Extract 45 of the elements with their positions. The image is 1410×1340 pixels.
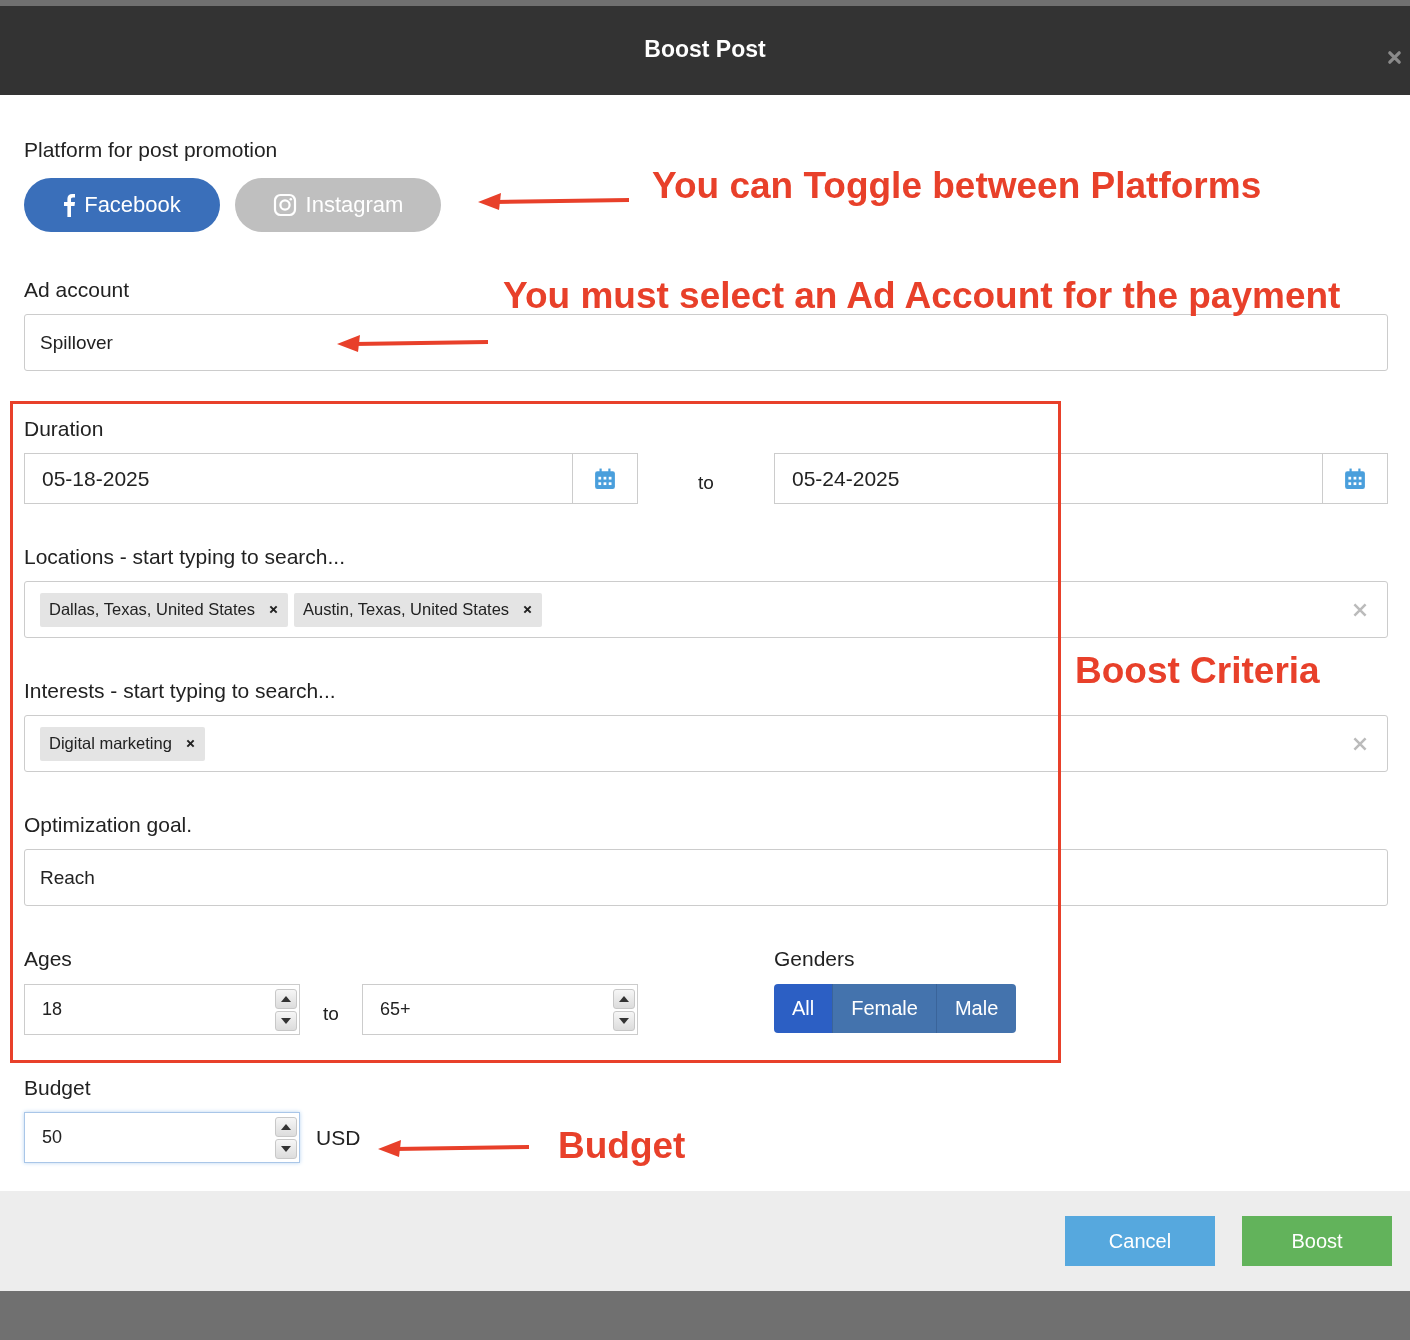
start-date-field[interactable]: 05-18-2025 [24, 453, 638, 504]
annotation-text: Budget [558, 1125, 686, 1167]
field-label: Locations - start typing to search... [24, 544, 345, 570]
facebook-icon [63, 193, 76, 217]
gender-option-button[interactable]: All [774, 984, 833, 1033]
field-label: Genders [774, 946, 855, 972]
range-separator: to [322, 1002, 340, 1025]
calendar-icon [594, 467, 616, 490]
gender-option-button[interactable]: Male [935, 984, 1017, 1033]
close-icon[interactable] [1387, 50, 1402, 65]
annotation-text: Boost Criteria [1075, 650, 1320, 692]
remove-icon[interactable] [185, 739, 195, 748]
field-label: Ad account [24, 277, 130, 303]
optimization-goal-select[interactable]: Reach [24, 849, 1388, 906]
field-label: Budget [24, 1075, 91, 1101]
platform-toggle-button[interactable]: Facebook [24, 178, 220, 232]
tag-input-field[interactable]: Digital marketing [24, 715, 1388, 772]
decrement-button[interactable] [613, 1010, 635, 1031]
increment-button[interactable] [275, 988, 297, 1009]
range-separator: to [697, 471, 715, 494]
remove-icon[interactable] [269, 605, 279, 614]
max-age-field[interactable]: 65+ [362, 984, 638, 1035]
increment-button[interactable] [275, 1116, 297, 1137]
camera-icon [272, 193, 297, 217]
calendar-icon [1344, 467, 1366, 490]
field-label: Interests - start typing to search... [24, 678, 336, 704]
tag-input-field[interactable]: Dallas, Texas, United States Austin, Texas, United States [24, 581, 1388, 638]
min-age-field[interactable]: 18 [24, 984, 300, 1035]
currency-label: USD [316, 1125, 361, 1150]
field-label: Ages [24, 946, 72, 972]
field-label: Platform for post promotion [24, 137, 278, 163]
field-label: Duration [24, 416, 104, 442]
decrement-button[interactable] [275, 1138, 297, 1159]
field-label: Optimization goal. [24, 812, 193, 838]
tag-label: Digital marketing [49, 734, 172, 753]
decrement-button[interactable] [275, 1010, 297, 1031]
increment-button[interactable] [613, 988, 635, 1009]
dialog-title: Boost Post [644, 36, 766, 63]
tag-label: Austin, Texas, United States [303, 600, 510, 619]
gender-option-button[interactable]: Female [832, 984, 936, 1033]
budget-field[interactable]: 50 [24, 1112, 300, 1163]
end-date-field[interactable]: 05-24-2025 [774, 453, 1388, 504]
tag-label: Dallas, Texas, United States [49, 600, 256, 619]
remove-icon[interactable] [523, 605, 533, 614]
annotation-text: You can Toggle between Platforms [652, 165, 1262, 207]
